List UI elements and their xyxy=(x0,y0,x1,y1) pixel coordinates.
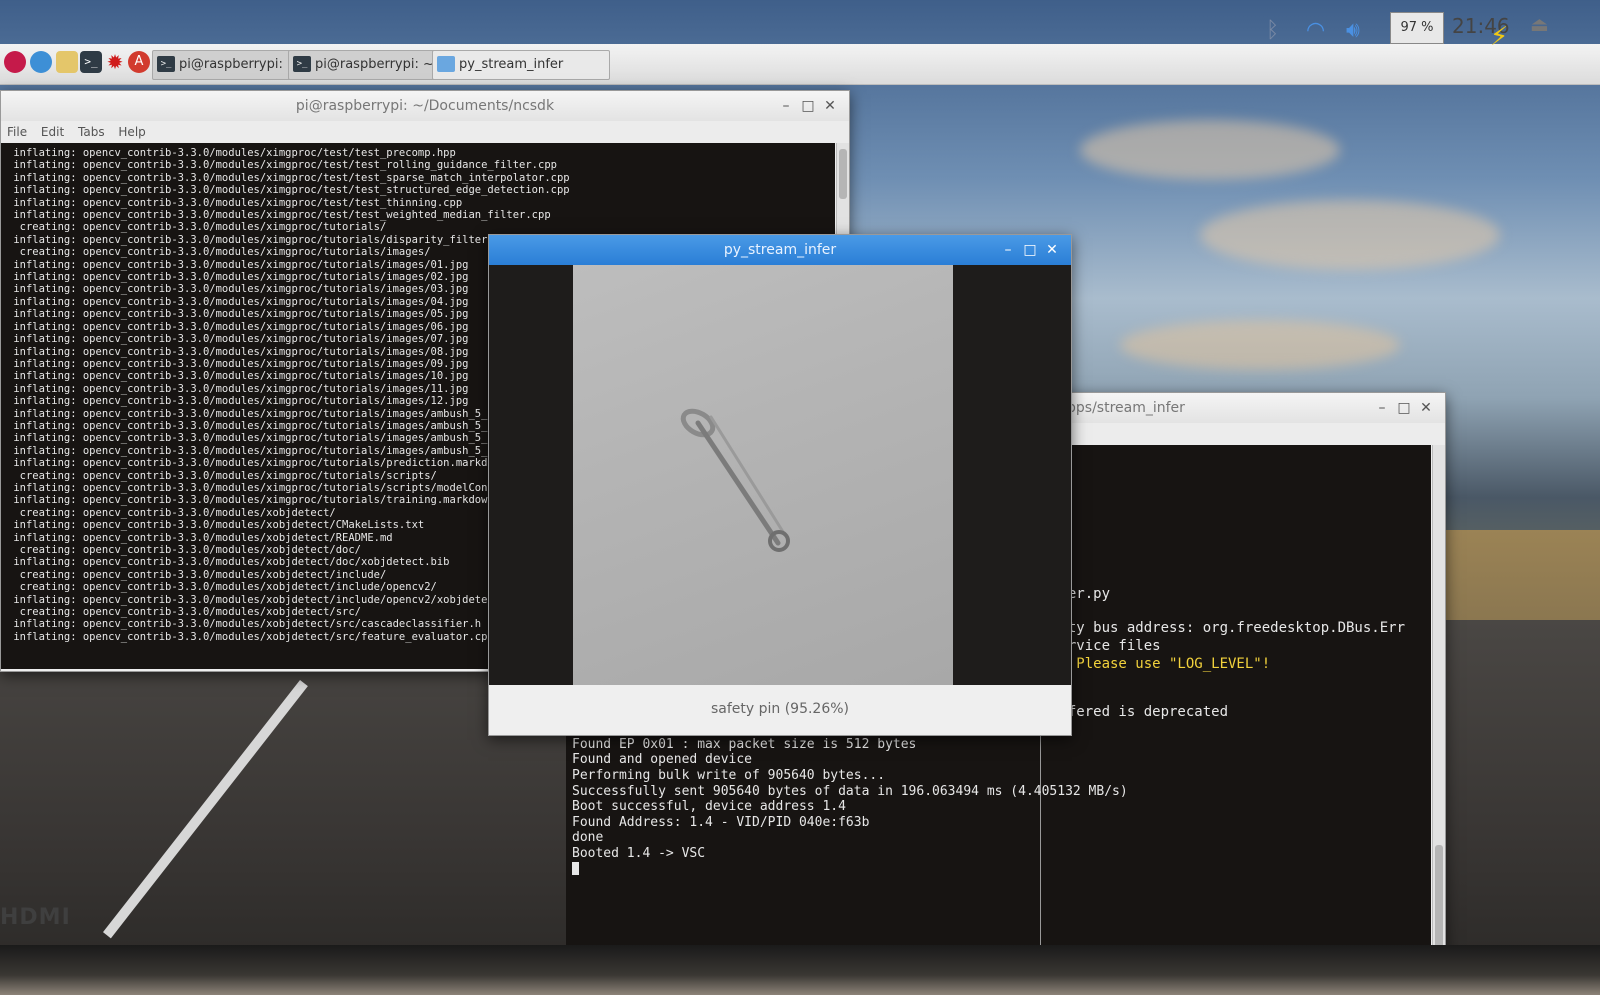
terminal-line: d. Please use "LOG_LEVEL"! xyxy=(1051,656,1271,672)
safety-pin-image xyxy=(680,408,790,552)
terminal-line: Found and opened device xyxy=(572,752,753,768)
terminal-cursor xyxy=(572,861,579,875)
terminal-line: creating: opencv_contrib-3.3.0/modules/x… xyxy=(7,221,387,234)
taskbar-task-terminal-1[interactable]: >_ pi@raspberrypi: ~/Do... xyxy=(152,50,310,80)
terminal-line: nfer.py xyxy=(1051,586,1111,602)
safety-pin-arm xyxy=(709,415,787,537)
terminal-line: lity bus address: org.freedesktop.DBus.E… xyxy=(1051,620,1406,636)
task-label: py_stream_infer xyxy=(459,57,564,72)
terminal-line: Boot successful, device address 1.4 xyxy=(572,799,846,815)
scrollbar-thumb[interactable] xyxy=(839,149,847,199)
menu-file[interactable]: File xyxy=(7,125,27,139)
classification-status: safety pin (95.26%) xyxy=(489,685,1071,733)
terminal-line: inflating: opencv_contrib-3.3.0/modules/… xyxy=(7,147,456,159)
terminal-line: inflating: opencv_contrib-3.3.0/modules/… xyxy=(7,184,570,197)
terminal-icon: >_ xyxy=(293,56,311,72)
minimize-button[interactable]: – xyxy=(1371,393,1393,423)
power-warning-icon: ⚡ xyxy=(1490,22,1509,52)
terminal-line: inflating: opencv_contrib-3.3.0/modules/… xyxy=(7,171,570,184)
menu-edit[interactable]: Edit xyxy=(41,125,64,139)
taskbar: >_ ✹ A >_ pi@raspberrypi: ~/Do... >_ pi@… xyxy=(0,12,1600,85)
globe-browser-icon[interactable] xyxy=(30,51,52,73)
py-stream-infer-window: py_stream_infer – □ ✕ safety pin (95.26%) xyxy=(488,234,1072,736)
mathematica-icon[interactable]: A xyxy=(128,51,150,73)
terminal-line: uffered is deprecated xyxy=(1051,704,1229,720)
terminal-menubar: File Edit Tabs Help xyxy=(1,121,849,143)
wallpaper-cloud xyxy=(1200,200,1500,270)
terminal-icon[interactable]: >_ xyxy=(80,51,102,73)
menu-tabs[interactable]: Tabs xyxy=(78,125,105,139)
terminal-menubar xyxy=(1041,423,1445,445)
window-controls: – □ ✕ xyxy=(775,91,841,121)
raspberry-menu-icon[interactable] xyxy=(4,51,26,73)
scrollbar-thumb[interactable] xyxy=(1435,845,1443,955)
safety-pin-arm xyxy=(695,420,781,546)
maximize-button[interactable]: □ xyxy=(1393,393,1415,423)
maximize-button[interactable]: □ xyxy=(797,91,819,121)
volume-icon[interactable]: 🔊︎ xyxy=(1346,18,1360,43)
terminal-line: service files xyxy=(1051,638,1161,654)
wallpaper-cloud xyxy=(1080,120,1340,180)
camera-image xyxy=(573,265,953,685)
minimize-button[interactable]: – xyxy=(775,91,797,121)
window-controls: – □ ✕ xyxy=(997,235,1063,265)
video-frame xyxy=(489,265,1071,685)
taskbar-task-py-stream-infer[interactable]: py_stream_infer xyxy=(432,50,610,80)
window-titlebar[interactable]: pps/stream_infer – □ ✕ xyxy=(1041,393,1445,423)
window-titlebar[interactable]: py_stream_infer – □ ✕ xyxy=(489,235,1071,265)
terminal-line: inflating: opencv_contrib-3.3.0/modules/… xyxy=(7,209,551,222)
scrollbar[interactable] xyxy=(1432,445,1445,968)
close-button[interactable]: ✕ xyxy=(1041,235,1063,265)
terminal-line: inflating: opencv_contrib-3.3.0/modules/… xyxy=(7,159,557,172)
hdmi-logo: HDMI xyxy=(0,905,71,930)
window-icon xyxy=(437,56,455,72)
terminal-line: inflating: opencv_contrib-3.3.0/modules/… xyxy=(7,196,463,209)
terminal-line: done xyxy=(572,830,604,846)
maximize-button[interactable]: □ xyxy=(1019,235,1041,265)
terminal-line: Successfully sent 905640 bytes of data i… xyxy=(572,783,1128,799)
wallpaper-cloud xyxy=(1120,320,1400,370)
file-manager-icon[interactable] xyxy=(56,51,78,73)
window-titlebar[interactable]: pi@raspberrypi: ~/Documents/ncsdk – □ ✕ xyxy=(1,91,849,121)
close-button[interactable]: ✕ xyxy=(1415,393,1437,423)
terminal-window-right: pps/stream_infer – □ ✕ nfer.py lity bus add… xyxy=(1040,392,1446,969)
window-title: py_stream_infer xyxy=(723,242,837,258)
terminal-line: Found Address: 1.4 - VID/PID 040e:f63b xyxy=(572,814,870,830)
wolfram-icon[interactable]: ✹ xyxy=(104,51,126,73)
terminal-line: Performing bulk write of 905640 bytes... xyxy=(572,767,886,783)
window-controls: – □ ✕ xyxy=(1371,393,1437,423)
terminal-icon: >_ xyxy=(157,56,175,72)
monitor-bezel xyxy=(0,945,1600,995)
terminal-output[interactable]: nfer.py lity bus address: org.freedesktop… xyxy=(1041,445,1431,966)
wifi-icon[interactable]: ◠ xyxy=(1306,18,1325,43)
window-title: pps/stream_infer xyxy=(1067,400,1185,416)
window-title: pi@raspberrypi: ~/Documents/ncsdk xyxy=(295,98,555,114)
minimize-button[interactable]: – xyxy=(997,235,1019,265)
terminal-line: Found EP 0x01 : max packet size is 512 b… xyxy=(572,736,917,752)
battery-indicator[interactable]: 97 % xyxy=(1390,12,1444,44)
close-button[interactable]: ✕ xyxy=(819,91,841,121)
bluetooth-icon[interactable]: ᛒ xyxy=(1266,18,1279,43)
eject-icon[interactable]: ⏏ xyxy=(1530,12,1549,36)
terminal-line: Booted 1.4 -> VSC xyxy=(572,845,706,861)
menu-help[interactable]: Help xyxy=(118,125,145,139)
classification-label: safety pin (95.26%) xyxy=(710,701,850,717)
taskbar-task-terminal-2[interactable]: >_ pi@raspberrypi: ~/Do... xyxy=(288,50,454,80)
battery-label: 97 % xyxy=(1400,20,1434,35)
